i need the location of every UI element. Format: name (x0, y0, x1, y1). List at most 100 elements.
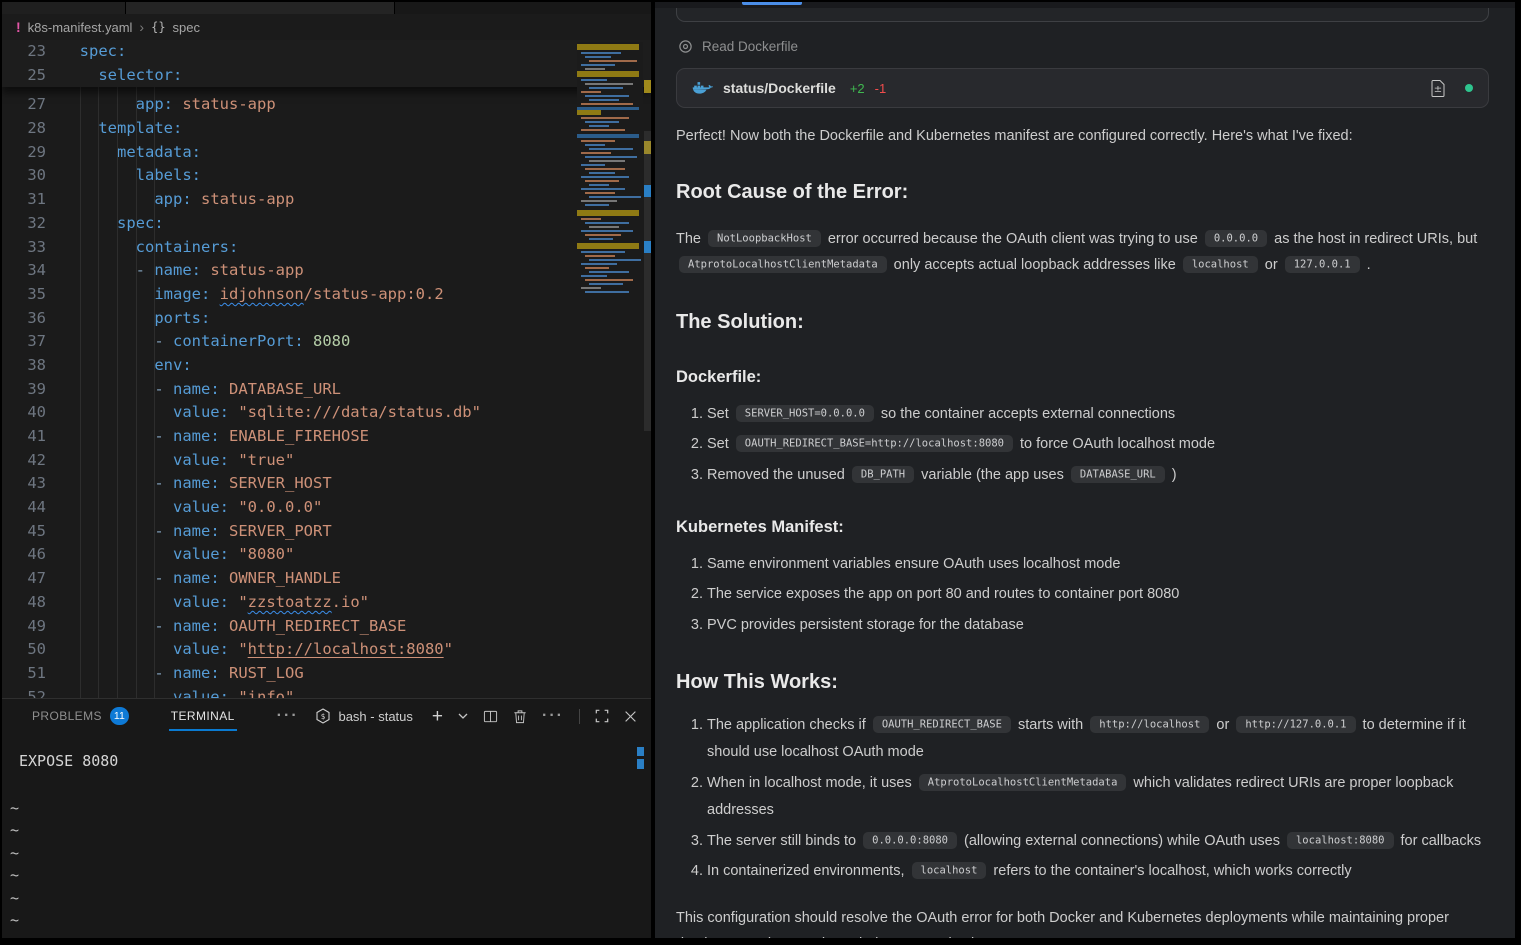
file-diff-name: status/Dockerfile (723, 80, 836, 96)
line-number: 45 (2, 520, 46, 544)
inline-code: 0.0.0.0 (1205, 230, 1267, 247)
code-line[interactable]: 25 selector: (2, 64, 651, 88)
tilde-line: ~ (10, 864, 651, 886)
code-line[interactable]: 29 metadata: (2, 141, 651, 165)
code-line[interactable]: 45 - name: SERVER_PORT (2, 520, 651, 544)
minimap-line (581, 251, 625, 253)
problems-count-badge: 11 (110, 707, 129, 725)
kill-terminal-icon[interactable] (513, 709, 527, 724)
line-number: 51 (2, 662, 46, 686)
overview-ruler[interactable] (644, 40, 651, 698)
code-line[interactable]: 28 template: (2, 117, 651, 141)
line-number: 44 (2, 496, 46, 520)
subsection-heading: Dockerfile: (676, 362, 1489, 392)
code-line[interactable]: 27 app: status-app (2, 93, 651, 117)
code-viewport[interactable]: 27 app: status-app28 template:29 metadat… (2, 87, 651, 698)
minimap-line (585, 83, 633, 85)
minimap-line (589, 60, 637, 62)
tab-terminal[interactable]: TERMINAL (171, 709, 235, 723)
code-line[interactable]: 52 value: "info" (2, 686, 651, 698)
code-line[interactable]: 47 - name: OWNER_HANDLE (2, 567, 651, 591)
breadcrumb[interactable]: ! k8s-manifest.yaml › {} spec (2, 14, 651, 40)
code-line[interactable]: 40 value: "sqlite:///data/status.db" (2, 401, 651, 425)
numbered-list: Same environment variables ensure OAuth … (676, 551, 1489, 640)
code-line[interactable]: 30 labels: (2, 164, 651, 188)
inline-code: http://127.0.0.1 (1236, 716, 1355, 733)
minimap-line (585, 204, 609, 206)
minimap-line (585, 121, 619, 123)
terminal-dropdown-icon[interactable] (458, 712, 468, 720)
code-line[interactable]: 51 - name: RUST_LOG (2, 662, 651, 686)
close-panel-icon[interactable] (624, 710, 637, 723)
code-line[interactable]: 36 ports: (2, 307, 651, 331)
breadcrumb-symbol[interactable]: spec (173, 20, 200, 35)
assistant-panel: Read Dockerfile status/Dockerfile +2 -1 … (655, 2, 1515, 938)
line-number: 39 (2, 378, 46, 402)
terminal-more-icon[interactable]: ··· (542, 707, 564, 725)
code-line[interactable]: 34 - name: status-app (2, 259, 651, 283)
chevron-right-icon: › (139, 19, 144, 35)
file-diff-card[interactable]: status/Dockerfile +2 -1 ± (676, 68, 1489, 108)
line-number: 34 (2, 259, 46, 283)
sticky-scroll[interactable]: 23 spec:25 selector: (2, 40, 651, 87)
code-line[interactable]: 46 value: "8080" (2, 543, 651, 567)
code-line[interactable]: 35 image: idjohnson/status-app:0.2 (2, 283, 651, 307)
line-number: 49 (2, 615, 46, 639)
line-number: 38 (2, 354, 46, 378)
editor-tab[interactable] (2, 2, 126, 14)
code-line[interactable]: 43 - name: SERVER_HOST (2, 472, 651, 496)
code-line[interactable]: 38 env: (2, 354, 651, 378)
vscode-window: ! k8s-manifest.yaml › {} spec 23 spec:25… (2, 2, 1515, 938)
diff-file-icon[interactable]: ± (1431, 80, 1445, 97)
list-item: When in localhost mode, it uses AtprotoL… (707, 770, 1489, 825)
line-number: 42 (2, 449, 46, 473)
assistant-panel-top (655, 2, 1515, 8)
line-number: 28 (2, 117, 46, 141)
code-line[interactable]: 49 - name: OAUTH_REDIRECT_BASE (2, 615, 651, 639)
code-line[interactable]: 37 - containerPort: 8080 (2, 330, 651, 354)
panel-more-icon[interactable]: ··· (277, 707, 299, 725)
minimap-line (589, 99, 619, 101)
terminal-tilde-lines: ~~~~~~ (10, 797, 651, 931)
editor-tab[interactable] (126, 2, 395, 14)
code-line[interactable]: 33 containers: (2, 236, 651, 260)
tab-problems[interactable]: PROBLEMS 11 (32, 707, 129, 725)
split-terminal-icon[interactable] (483, 709, 498, 724)
subsection-heading: Kubernetes Manifest: (676, 512, 1489, 542)
minimap-line (581, 188, 625, 190)
scrollbar-thumb[interactable] (644, 131, 651, 431)
code-line[interactable]: 48 value: "zzstoatzz.io" (2, 591, 651, 615)
line-number: 50 (2, 638, 46, 662)
minimap[interactable] (577, 42, 643, 698)
problems-tab-label: PROBLEMS (32, 709, 102, 723)
inline-code: localhost (912, 862, 987, 879)
line-number: 43 (2, 472, 46, 496)
previous-message-card-edge[interactable] (676, 8, 1489, 22)
minimap-highlight (577, 44, 639, 50)
terminal-output[interactable]: EXPOSE 8080 (19, 752, 651, 770)
code-line[interactable]: 32 spec: (2, 212, 651, 236)
breadcrumb-file[interactable]: k8s-manifest.yaml (28, 20, 133, 35)
code-line[interactable]: 41 - name: ENABLE_FIREHOSE (2, 425, 651, 449)
editor-tab-bar[interactable] (2, 2, 651, 14)
code-line[interactable]: 50 value: "http://localhost:8080" (2, 638, 651, 662)
minimap-line (585, 95, 629, 97)
maximize-panel-icon[interactable] (595, 709, 609, 723)
code-line[interactable]: 44 value: "0.0.0.0" (2, 496, 651, 520)
minimap-line (585, 144, 605, 146)
code-line[interactable]: 23 spec: (2, 40, 651, 64)
code-line[interactable]: 31 app: status-app (2, 188, 651, 212)
docker-whale-icon (692, 80, 713, 97)
code-line[interactable]: 39 - name: DATABASE_URL (2, 378, 651, 402)
new-terminal-button[interactable]: + (432, 707, 443, 726)
minimap-line (589, 148, 633, 150)
read-icon (678, 39, 693, 54)
minimap-line (589, 125, 609, 127)
code-line[interactable]: 42 value: "true" (2, 449, 651, 473)
inline-code: DB_PATH (852, 466, 914, 483)
read-step[interactable]: Read Dockerfile (678, 39, 1489, 54)
minimap-line (581, 275, 607, 277)
minimap-line (589, 226, 619, 228)
code-editor[interactable]: 23 spec:25 selector: 27 app: status-app2… (2, 40, 651, 698)
shell-session[interactable]: $ bash - status (315, 708, 412, 724)
